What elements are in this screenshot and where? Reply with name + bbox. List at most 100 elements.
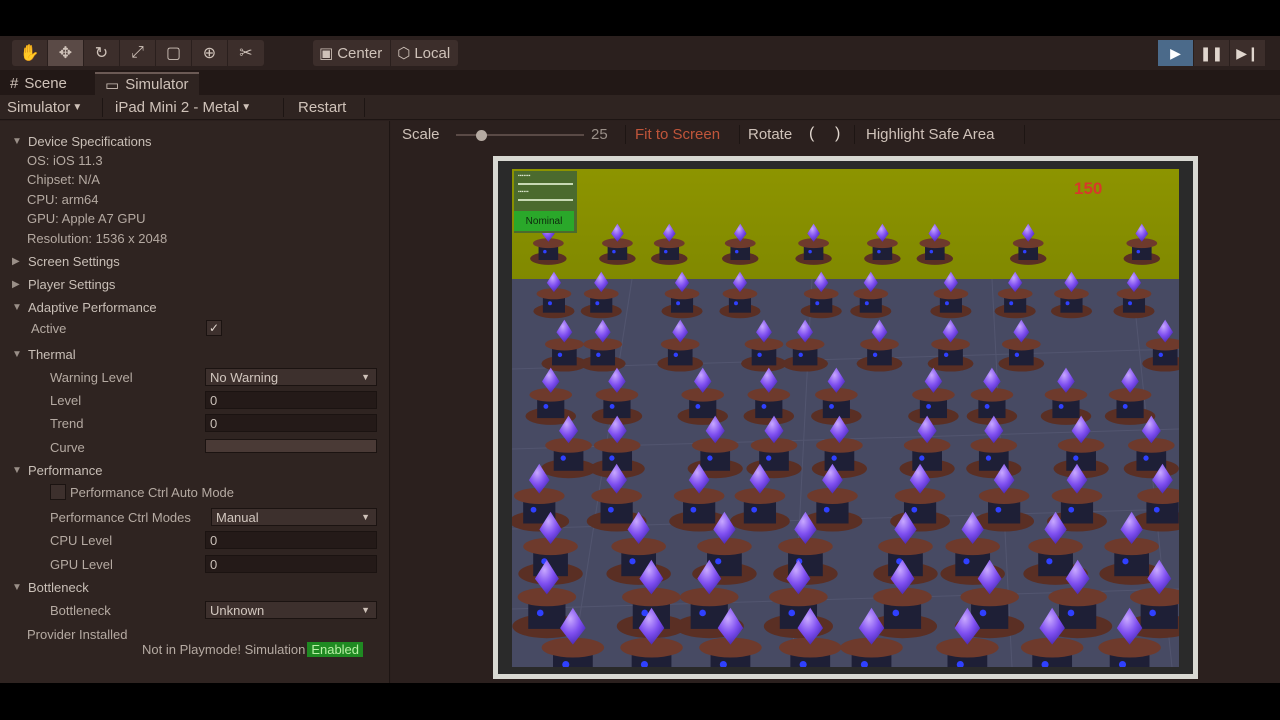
spec-os: OS: iOS 11.3 bbox=[27, 152, 103, 168]
spec-resolution: Resolution: 1536 x 2048 bbox=[27, 230, 168, 246]
nominal-status-button[interactable]: Nominal bbox=[514, 211, 574, 231]
bottleneck-dropdown[interactable]: Unknown ▼ bbox=[205, 601, 377, 619]
foldout-closed-icon: ▶ bbox=[12, 255, 20, 267]
unity-editor-window: ✋ ✥ ↻ ⤢ ▢ ⊕ ✂ ▣ Center ⬡ Local ▶ ❚❚ ▶❙ #… bbox=[0, 36, 1280, 683]
bottleneck-value: Unknown bbox=[210, 602, 265, 618]
tab-bar: # Scene ▭ Simulator bbox=[0, 70, 1280, 95]
grid-icon: # bbox=[10, 75, 19, 92]
step-button[interactable]: ▶❙ bbox=[1230, 40, 1266, 66]
tab-simulator-label: Simulator bbox=[125, 76, 189, 93]
rotate-tool-button[interactable]: ↻ bbox=[84, 40, 120, 66]
gpu-level-label: GPU Level bbox=[50, 556, 113, 572]
custom-tools-button[interactable]: ✂ bbox=[228, 40, 264, 66]
restart-button[interactable]: Restart bbox=[298, 95, 346, 120]
letterbox-bottom bbox=[0, 683, 1280, 720]
trend-value: 0 bbox=[210, 415, 218, 431]
restart-label: Restart bbox=[298, 99, 347, 116]
gpu-level-field[interactable]: 0 bbox=[205, 555, 377, 573]
rect-tool-icon: ▢ bbox=[165, 45, 182, 62]
pause-button[interactable]: ❚❚ bbox=[1194, 40, 1230, 66]
tab-scene[interactable]: # Scene bbox=[0, 72, 77, 95]
player-settings-foldout[interactable]: ▶ Player Settings bbox=[12, 274, 115, 294]
hud-text-line: ▪▪▪▪▪▪ bbox=[518, 189, 529, 195]
curve-field[interactable] bbox=[205, 439, 377, 453]
device-dropdown[interactable]: iPad Mini 2 - Metal ▼ bbox=[115, 95, 251, 120]
playmode-status-text: Not in Playmode! Simulation bbox=[142, 641, 306, 657]
bottleneck-label: Bottleneck bbox=[50, 602, 111, 618]
perf-modes-dropdown[interactable]: Manual ▼ bbox=[211, 508, 377, 526]
screen-settings-foldout[interactable]: ▶ Screen Settings bbox=[12, 251, 120, 271]
cpu-level-value: 0 bbox=[210, 532, 218, 548]
level-field[interactable]: 0 bbox=[205, 391, 377, 409]
perf-modes-value: Manual bbox=[216, 509, 259, 525]
hud-slider[interactable] bbox=[518, 199, 573, 201]
custom-tools-icon: ✂ bbox=[239, 45, 253, 62]
trend-field[interactable]: 0 bbox=[205, 414, 377, 432]
foldout-open-icon: ▼ bbox=[12, 581, 22, 593]
auto-mode-label: Performance Ctrl Auto Mode bbox=[70, 484, 235, 500]
transform-tool-button[interactable]: ⊕ bbox=[192, 40, 228, 66]
player-settings-header: Player Settings bbox=[28, 276, 116, 292]
simulator-mode-dropdown[interactable]: Simulator ▼ bbox=[7, 95, 82, 120]
play-button[interactable]: ▶ bbox=[1158, 40, 1194, 66]
performance-foldout[interactable]: ▼ Performance bbox=[12, 460, 102, 480]
fit-to-screen-button[interactable]: Fit to Screen bbox=[635, 126, 720, 143]
pivot-center-button[interactable]: ▣ Center bbox=[313, 40, 392, 66]
active-label: Active bbox=[31, 320, 67, 336]
divider bbox=[102, 98, 103, 117]
game-scene bbox=[512, 169, 1179, 667]
device-frame: ▪▪▪▪▪▪▪ ▪▪▪▪▪▪ Nominal 150 bbox=[493, 156, 1198, 679]
score-counter: 150 bbox=[1074, 179, 1103, 198]
chevron-down-icon: ▼ bbox=[361, 372, 370, 382]
game-viewport[interactable]: ▪▪▪▪▪▪▪ ▪▪▪▪▪▪ Nominal 150 bbox=[512, 169, 1179, 667]
divider bbox=[364, 98, 365, 117]
gpu-level-value: 0 bbox=[210, 556, 218, 572]
pivot-center-icon: ▣ bbox=[319, 45, 334, 62]
tab-simulator[interactable]: ▭ Simulator bbox=[95, 72, 199, 95]
spec-cpu: CPU: arm64 bbox=[27, 191, 99, 207]
cpu-level-label: CPU Level bbox=[50, 532, 113, 548]
enabled-badge: Enabled bbox=[307, 641, 364, 657]
simulator-view: Scale 25 Fit to Screen Rotate ( ) Highli… bbox=[391, 121, 1280, 683]
simulator-icon: ▭ bbox=[105, 76, 120, 94]
move-icon: ✥ bbox=[58, 45, 73, 62]
pivot-local-button[interactable]: ⬡ Local bbox=[391, 40, 459, 66]
chevron-down-icon: ▼ bbox=[361, 605, 370, 615]
provider-installed-text: Provider Installed bbox=[27, 626, 128, 642]
rotate-label: Rotate bbox=[748, 126, 793, 143]
warning-level-dropdown[interactable]: No Warning ▼ bbox=[205, 368, 377, 386]
main-toolbar: ✋ ✥ ↻ ⤢ ▢ ⊕ ✂ ▣ Center ⬡ Local ▶ ❚❚ ▶❙ bbox=[0, 36, 1280, 70]
auto-mode-checkbox[interactable] bbox=[50, 484, 66, 500]
device-specifications-foldout[interactable]: ▼ Device Specifications bbox=[12, 131, 152, 151]
adaptive-performance-header: Adaptive Performance bbox=[28, 299, 157, 315]
scale-slider-handle[interactable] bbox=[476, 130, 487, 141]
playmode-controls: ▶ ❚❚ ▶❙ bbox=[1158, 40, 1266, 66]
thermal-foldout[interactable]: ▼ Thermal bbox=[12, 344, 76, 364]
spec-gpu: GPU: Apple A7 GPU bbox=[27, 210, 146, 226]
device-label: iPad Mini 2 - Metal bbox=[115, 99, 240, 116]
foldout-open-icon: ▼ bbox=[12, 348, 22, 360]
hud-slider[interactable] bbox=[518, 183, 573, 185]
pivot-center-label: Center bbox=[337, 44, 383, 62]
bottleneck-foldout[interactable]: ▼ Bottleneck bbox=[12, 577, 89, 597]
adaptive-performance-foldout[interactable]: ▼ Adaptive Performance bbox=[12, 297, 157, 317]
cpu-level-field[interactable]: 0 bbox=[205, 531, 377, 549]
hand-tool-button[interactable]: ✋ bbox=[12, 40, 48, 66]
simulator-mode-label: Simulator bbox=[7, 99, 71, 116]
scale-tool-button[interactable]: ⤢ bbox=[120, 40, 156, 66]
rotate-right-button[interactable]: ) bbox=[835, 125, 840, 143]
divider bbox=[739, 125, 740, 144]
active-checkbox[interactable]: ✓ bbox=[206, 320, 222, 336]
transform-icon: ⊕ bbox=[202, 45, 217, 62]
rotate-left-button[interactable]: ( bbox=[809, 125, 814, 143]
foldout-open-icon: ▼ bbox=[12, 464, 22, 476]
divider bbox=[854, 125, 855, 144]
rect-tool-button[interactable]: ▢ bbox=[156, 40, 192, 66]
hud-text-line: ▪▪▪▪▪▪▪ bbox=[518, 173, 531, 179]
level-label: Level bbox=[50, 392, 82, 408]
foldout-open-icon: ▼ bbox=[12, 301, 22, 313]
highlight-safe-area-toggle[interactable]: Highlight Safe Area bbox=[866, 126, 994, 143]
level-value: 0 bbox=[210, 392, 218, 408]
move-tool-button[interactable]: ✥ bbox=[48, 40, 84, 66]
device-settings-panel: ▼ Device Specifications OS: iOS 11.3 Chi… bbox=[0, 121, 390, 683]
